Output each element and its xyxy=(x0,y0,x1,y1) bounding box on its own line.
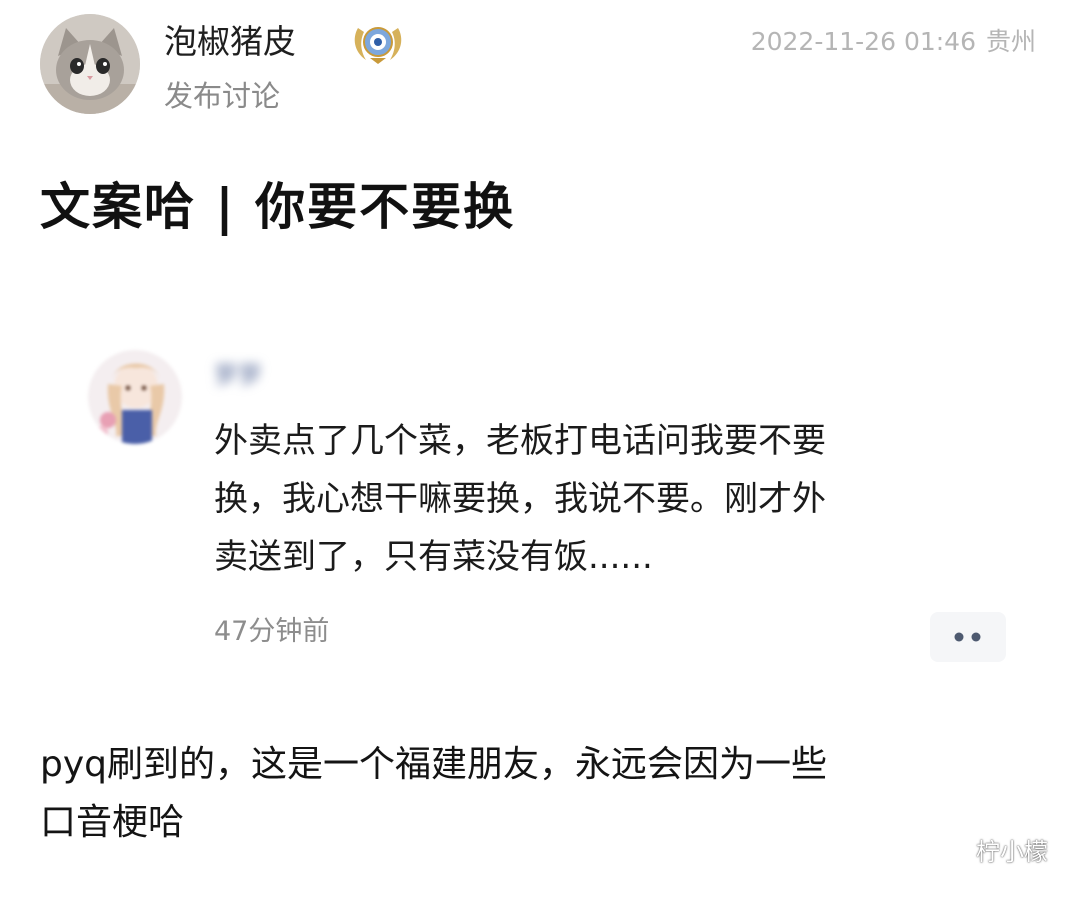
post-body-line: 口音梗哈 xyxy=(40,802,185,843)
laurel-badge-icon xyxy=(348,20,408,66)
wechat-icon xyxy=(926,836,966,868)
embedded-post-time: 47分钟前 xyxy=(214,616,330,647)
post-header: 泡椒猪皮 发布讨论 2022-11-26 01:46 贵州 xyxy=(40,14,1040,118)
watermark: 柠小檬 xyxy=(926,832,1048,872)
embedded-text-line: 卖送到了，只有菜没有饭...... xyxy=(214,537,653,577)
embedded-text-line: 外卖点了几个菜，老板打电话问我要不要 xyxy=(214,421,826,461)
embedded-author-name: 萝萝 xyxy=(214,361,262,389)
post-datetime: 2022-11-26 01:46 xyxy=(750,27,976,56)
author-name[interactable]: 泡椒猪皮 xyxy=(164,20,296,64)
embedded-screenshot-card: 萝萝 外卖点了几个菜，老板打电话问我要不要 换，我心想干嘛要换，我说不要。刚才外… xyxy=(88,350,1018,680)
post-location: 贵州 xyxy=(985,27,1036,56)
more-options-button[interactable] xyxy=(930,612,1006,662)
more-dots-icon xyxy=(954,632,981,642)
watermark-text: 柠小檬 xyxy=(976,838,1048,866)
embedded-author-avatar xyxy=(88,350,182,444)
post-body-line: pyq刷到的，这是一个福建朋友，永远会因为一些 xyxy=(40,744,828,785)
author-avatar[interactable] xyxy=(40,14,140,114)
embedded-post-text: 外卖点了几个菜，老板打电话问我要不要 换，我心想干嘛要换，我说不要。刚才外 卖送… xyxy=(214,412,994,586)
post-title: 文案哈 | 你要不要换 xyxy=(40,178,516,236)
post-type-label: 发布讨论 xyxy=(164,79,281,113)
anime-avatar-image xyxy=(88,350,182,444)
post-meta: 2022-11-26 01:46 贵州 xyxy=(751,24,1036,60)
post-body: pyq刷到的，这是一个福建朋友，永远会因为一些 口音梗哈 xyxy=(40,736,1050,852)
embedded-text-line: 换，我心想干嘛要换，我说不要。刚才外 xyxy=(214,479,826,519)
cat-avatar-image xyxy=(40,14,140,114)
